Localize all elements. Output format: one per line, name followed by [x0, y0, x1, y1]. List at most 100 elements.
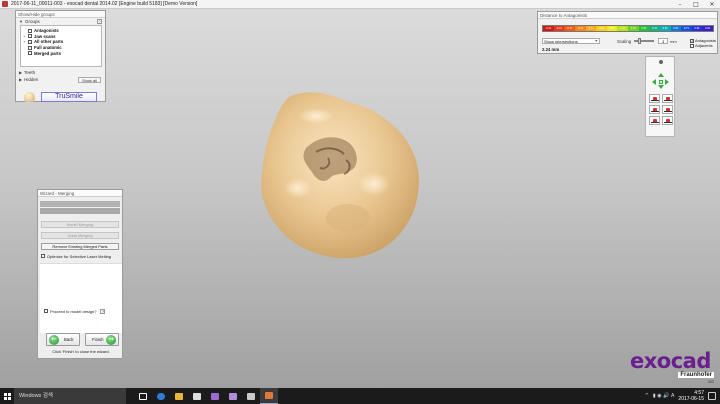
view-preset-button[interactable] [649, 94, 660, 103]
hidden-label: Hidden [24, 77, 39, 82]
chevron-right-icon: ▶ [19, 77, 23, 82]
tray-status-icons[interactable]: ▮ ◉ 🔊 A [653, 393, 675, 399]
group-label: Merged parts [34, 50, 61, 56]
finish-button[interactable]: Finish → [85, 333, 119, 346]
wizard-title: Wizard - Merging [38, 190, 122, 197]
color-scale-segment: -0.21 [574, 26, 586, 31]
group-item-merged-parts[interactable]: Merged parts [23, 50, 99, 56]
tray-arrow-icon[interactable]: ^ [645, 393, 649, 399]
arrow-down-icon[interactable] [658, 85, 664, 89]
group-checkbox[interactable] [28, 45, 32, 50]
view-preset-button[interactable] [662, 94, 673, 103]
undo-merging-button[interactable]: Undo Merging [41, 232, 119, 239]
view-preset-button[interactable] [649, 105, 660, 114]
task-view-icon[interactable] [134, 388, 152, 404]
center-view-icon[interactable] [659, 80, 663, 84]
app-icon [2, 1, 8, 7]
distance-panel-title: Distance to Antagonists [538, 12, 717, 19]
chevron-down-icon: ▼ [594, 39, 598, 43]
color-scale-segment: 0.91 [702, 26, 713, 31]
hidden-section-header[interactable]: ▶ Hidden Show all [16, 76, 105, 83]
groups-label: Groups [24, 19, 40, 24]
exocad-logo: exocad Fraunhofer IGD [630, 349, 720, 391]
optimize-slm-option[interactable]: Optimize for Selective Laser Melting [41, 253, 122, 259]
arrow-right-icon[interactable] [665, 79, 669, 85]
windows-logo-icon [3, 392, 11, 400]
taskbar: Windows 검색 ^ ▮ ◉ 🔊 A 4:57 2017-06-15 [0, 388, 720, 404]
rotate-dot-icon[interactable] [659, 60, 663, 64]
finish-label: Finish [92, 337, 104, 342]
proceed-checkbox[interactable] [44, 309, 48, 313]
distance-checkboxes: ✓ Antagonists Adjacents [690, 38, 716, 48]
adjacents-checkbox-label: Adjacents [695, 43, 713, 48]
wizard-content-area: Proceed to model design? ? [40, 263, 122, 333]
exocad-taskbar-icon[interactable] [260, 388, 278, 404]
tooth-crown-model[interactable] [256, 88, 426, 263]
edge-browser-icon[interactable] [152, 388, 170, 404]
color-scale-segment: 0.81 [691, 26, 703, 31]
close-button[interactable]: ✕ [704, 0, 720, 9]
color-scale-segment: 0.31 [638, 26, 650, 31]
app-icon-mail[interactable] [206, 388, 224, 404]
logo-fraunhofer: Fraunhofer [678, 372, 714, 378]
distance-readout: 2.24 mm [542, 47, 560, 52]
back-button[interactable]: ← Back [46, 333, 80, 346]
tooth-outline [261, 92, 420, 259]
adjacents-checkbox[interactable] [690, 43, 694, 48]
proceed-option[interactable]: Proceed to model design? ? [44, 308, 106, 314]
store-icon[interactable] [188, 388, 206, 404]
group-checkbox[interactable] [28, 34, 32, 39]
scaling-value-field[interactable]: 3 [658, 38, 669, 44]
arrow-right-icon: → [106, 334, 116, 345]
help-button[interactable]: ? [100, 308, 106, 314]
start-button[interactable] [0, 388, 14, 404]
tooth-icon[interactable] [24, 92, 35, 102]
minimize-button[interactable]: – [672, 0, 688, 9]
logo-igd: IGD [707, 380, 714, 384]
group-checkbox[interactable] [28, 39, 32, 44]
teeth-section-header[interactable]: ▶ Teeth [16, 69, 105, 76]
antagonists-checkbox[interactable]: ✓ [690, 38, 694, 43]
window-title: 2017-06-11_00011-003 - exocad dental 201… [11, 1, 198, 7]
remove-merged-parts-button[interactable]: Remove Existing Merged Parts [41, 243, 119, 250]
app-icon-purple[interactable] [224, 388, 242, 404]
notification-icon[interactable] [708, 392, 716, 400]
group-label: All other parts [34, 39, 64, 45]
cusp-highlight [298, 108, 334, 124]
chevron-right-icon: ▶ [19, 70, 23, 75]
scaling-unit: mm [670, 38, 677, 44]
merging-wizard-panel: Wizard - Merging Model Merging Undo Merg… [37, 189, 123, 359]
clock-date: 2017-06-15 [678, 396, 704, 402]
color-scale-segment: -0.41 [553, 26, 565, 31]
arrow-left-icon[interactable] [652, 79, 656, 85]
view-preset-button[interactable] [662, 105, 673, 114]
color-scale-segment: 0.21 [628, 26, 639, 31]
view-preset-button[interactable] [649, 116, 660, 125]
arrow-up-icon[interactable] [658, 73, 664, 77]
color-scale-segment: 0.51 [659, 26, 671, 31]
view-preset-button[interactable] [662, 116, 673, 125]
cusp-highlight [284, 178, 312, 198]
clock[interactable]: 4:57 2017-06-15 [678, 390, 704, 402]
color-scale-segment: -0.01 [596, 26, 607, 31]
show-all-button[interactable]: Show all [78, 76, 101, 83]
app-icon-viewer[interactable] [242, 388, 260, 404]
help-button[interactable]: ? [97, 19, 102, 24]
file-explorer-icon[interactable] [170, 388, 188, 404]
optimize-slm-label: Optimize for Selective Laser Melting [47, 253, 112, 259]
display-mode-select[interactable]: Show intersections ▼ [542, 38, 600, 44]
groups-section-header[interactable]: ▼ Groups ? [16, 18, 105, 25]
arrow-left-icon: ← [49, 334, 59, 345]
chevron-down-icon: ▼ [19, 19, 23, 24]
taskbar-search[interactable]: Windows 검색 [14, 388, 126, 404]
group-checkbox[interactable] [28, 51, 32, 56]
group-checkbox[interactable] [28, 28, 32, 33]
scaling-slider[interactable] [634, 38, 655, 44]
maximize-button[interactable]: □ [688, 0, 704, 9]
taskbar-apps [134, 388, 278, 404]
model-merging-button[interactable]: Model Merging [41, 221, 119, 228]
adjacents-checkbox-row[interactable]: Adjacents [690, 43, 716, 48]
trusmile-button[interactable]: TruSmile [41, 92, 97, 102]
optimize-slm-checkbox[interactable] [41, 254, 45, 258]
slider-handle[interactable] [638, 38, 642, 44]
